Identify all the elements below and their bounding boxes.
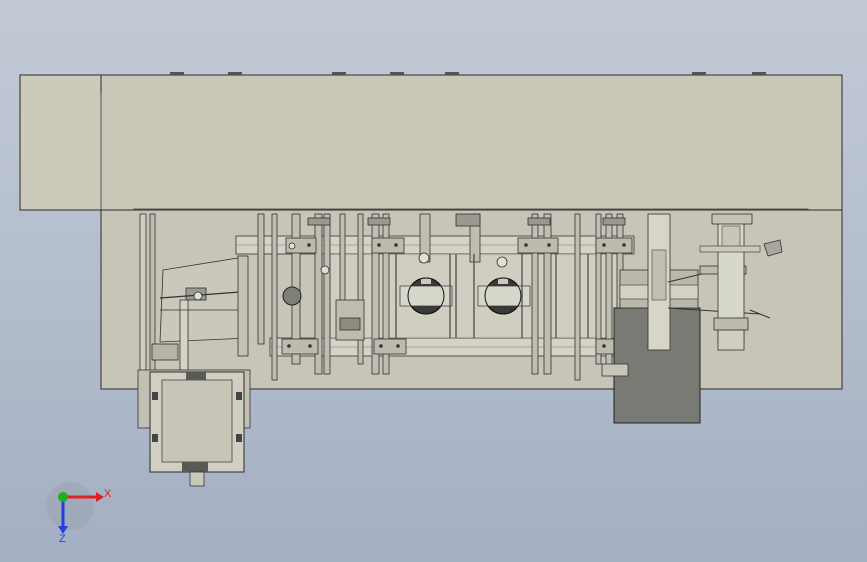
left-guide-rod <box>139 213 147 395</box>
left-cylinder <box>151 343 179 361</box>
left-end-block <box>19 74 103 211</box>
triad-z-label: Z <box>59 533 66 545</box>
top-housing[interactable] <box>19 72 843 216</box>
cad-viewport[interactable]: X Z <box>0 0 867 562</box>
triad-origin-sphere <box>46 482 94 530</box>
motor-shaft <box>189 471 205 487</box>
main-cover <box>100 74 843 211</box>
coordinate-triad: X Z <box>46 482 112 545</box>
triad-x-label: X <box>104 488 112 500</box>
gear-motor[interactable] <box>137 369 251 487</box>
cad-model-view[interactable]: X Z <box>0 0 867 562</box>
center-slider <box>335 299 365 341</box>
